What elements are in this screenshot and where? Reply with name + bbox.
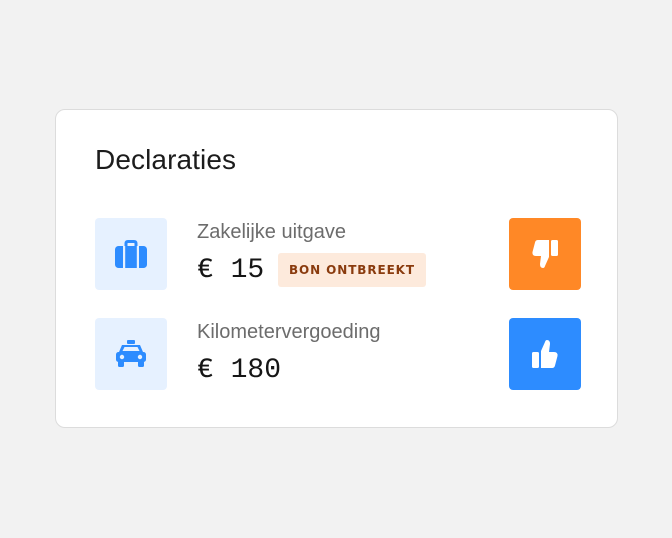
thumbs-up-icon [532,340,558,368]
expense-type-label: Zakelijke uitgave [197,221,346,243]
declarations-card: Declaraties Zakelijke uitgave € 15 BON O… [55,109,618,428]
approve-button[interactable] [509,318,581,390]
card-title: Declaraties [95,144,237,175]
expense-row-business: Zakelijke uitgave € 15 BON ONTBREEKT [95,218,581,290]
car-icon [95,318,167,390]
reject-button[interactable] [509,218,581,290]
expense-amount: € 180 [197,355,282,386]
expense-row-mileage: Kilometervergoeding € 180 [95,318,581,390]
briefcase-icon [95,218,167,290]
expense-amount: € 15 [197,255,265,286]
missing-receipt-badge: BON ONTBREEKT [278,253,426,287]
expense-type-label: Kilometervergoeding [197,321,381,343]
thumbs-down-icon [532,240,558,268]
